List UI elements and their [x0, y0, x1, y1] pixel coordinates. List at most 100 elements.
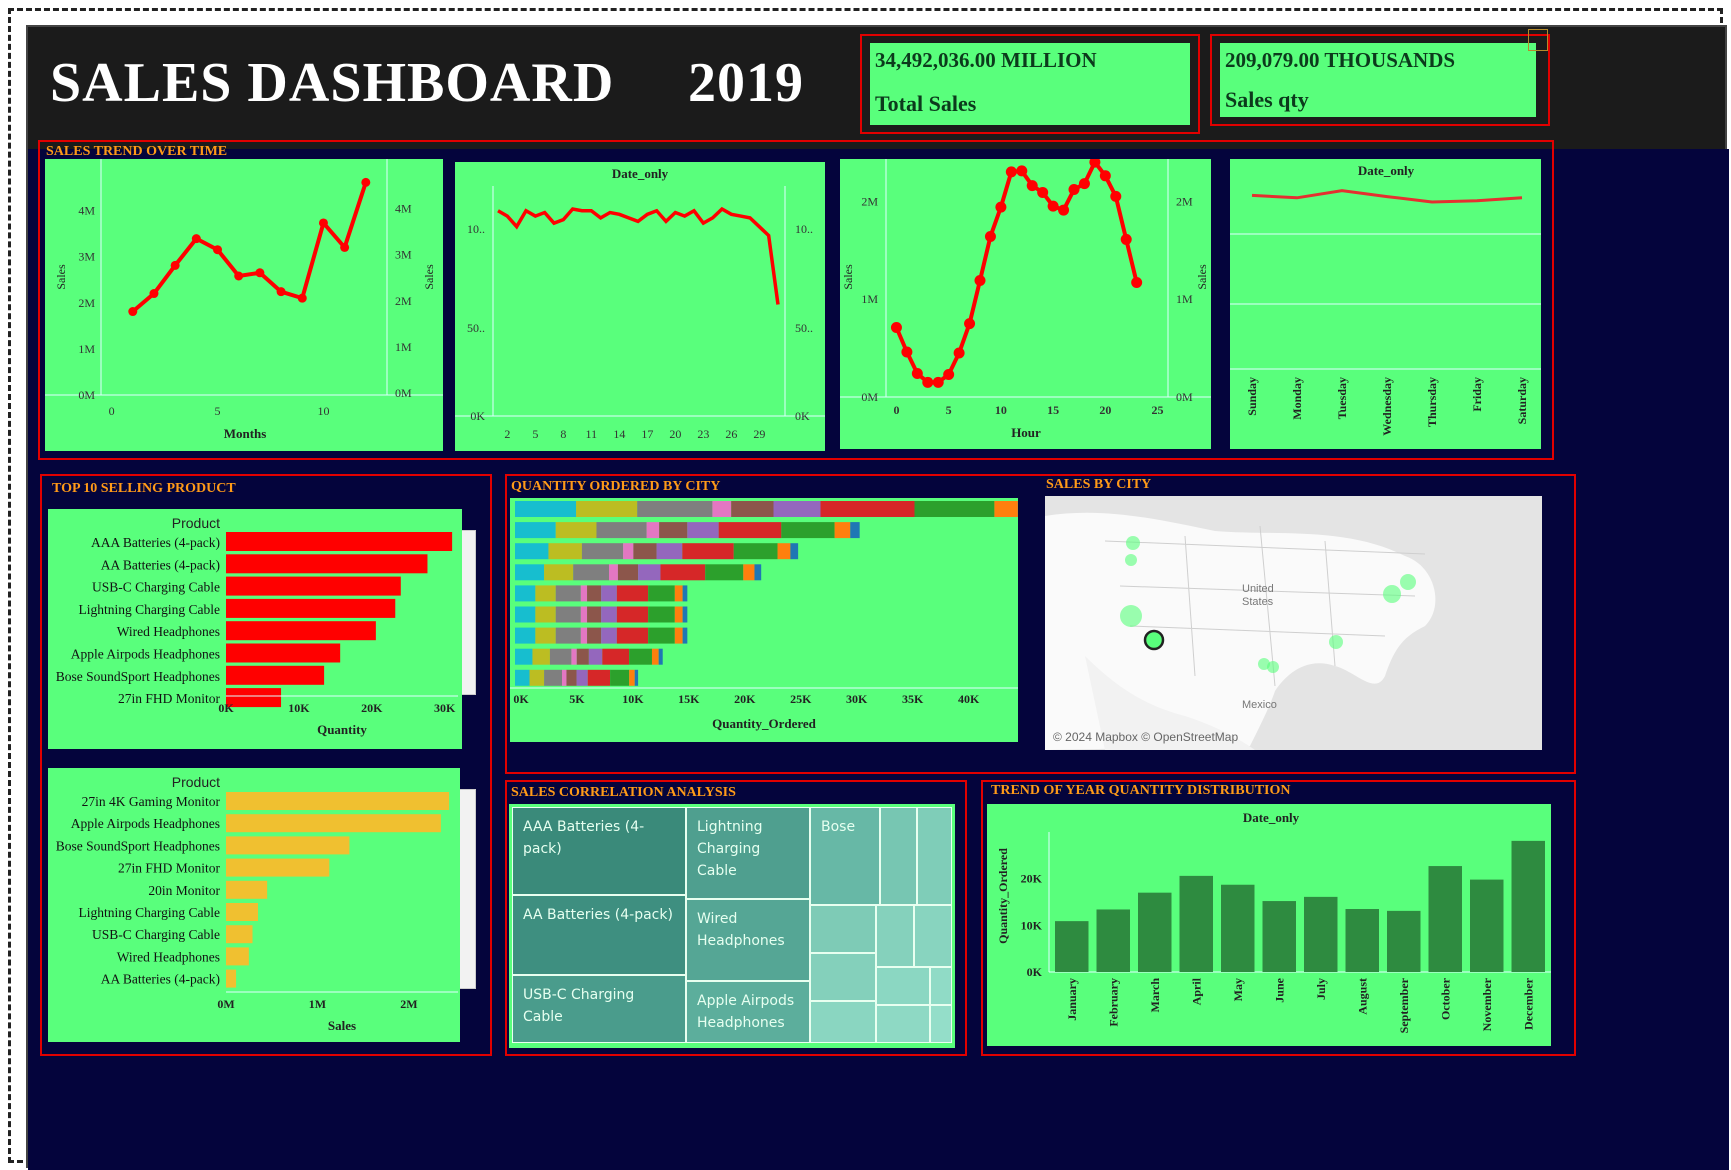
sales-by-weekday-svg: Date_only Sunday Monday Tuesday Wednesday Thu… — [1230, 163, 1541, 436]
x-tick-label: 20 — [1099, 403, 1111, 417]
treemap-tile[interactable] — [876, 967, 930, 1005]
stacked-bar-segment — [555, 585, 581, 602]
top10-quantity-svg: Product AAA Batteries (4-pack) AA Batterie… — [56, 515, 458, 737]
bar — [226, 576, 401, 596]
city-marker[interactable] — [1120, 605, 1142, 627]
stacked-bar-segment — [674, 627, 683, 644]
sales-point — [1016, 165, 1028, 177]
stacked-bar-segment — [637, 501, 713, 517]
sales-point — [361, 177, 371, 187]
treemap-tile[interactable] — [914, 905, 952, 967]
bar — [226, 969, 237, 988]
treemap-tile[interactable]: Lightning Charging Cable — [686, 807, 810, 899]
city-marker[interactable] — [1126, 536, 1140, 550]
stacked-bar-segment — [646, 522, 660, 539]
x-tick-label: November — [1480, 977, 1494, 1031]
treemap-tile[interactable] — [880, 807, 917, 905]
y-tick-label: 4M — [78, 204, 95, 218]
y-tick-label: 50.. — [467, 321, 485, 335]
corner-control[interactable] — [1528, 29, 1548, 51]
sales-point — [1110, 190, 1122, 202]
bar — [1096, 909, 1130, 972]
city-marker-selected[interactable] — [1143, 629, 1165, 651]
stacked-bar-segment — [850, 522, 860, 539]
sales-point — [191, 234, 201, 244]
treemap-tile[interactable]: USB-C Charging Cable — [512, 975, 686, 1043]
x-tick-label: June — [1272, 977, 1286, 1002]
sales-point — [1037, 186, 1049, 198]
treemap-tile[interactable] — [930, 1005, 952, 1043]
top10-sales-svg: Product 27in 4K Gaming Monitor Apple Airpo… — [56, 774, 458, 1033]
sales-by-month-svg: 0M 0M 1M 1M 2M 2M 3M 3M 4M 4M 0 5 10 Months Sales Sales — [45, 159, 443, 441]
bar — [226, 903, 258, 921]
treemap-tile[interactable]: AA Batteries (4-pack) — [512, 895, 686, 975]
treemap-tile[interactable]: AAA Batteries (4-pack) — [512, 807, 686, 895]
treemap-tile[interactable]: Apple Airpods Headphones — [686, 981, 810, 1043]
dashboard-year: 2019 — [688, 52, 804, 114]
bar — [226, 792, 450, 810]
treemap-tile[interactable] — [876, 905, 914, 967]
stacked-bar-segment — [629, 648, 652, 665]
x-tick-label: July — [1314, 978, 1328, 1000]
sales-point — [1058, 204, 1070, 216]
product-label: AA Batteries (4-pack) — [101, 557, 220, 572]
treemap-tile[interactable] — [810, 953, 876, 1001]
sales-by-date-svg: Date_only 0K 0K 50.. 50.. 10.. 10.. 2 5 8 11 14 17 20… — [455, 166, 825, 441]
kpi-total-sales-value: 34,492,036.00 MILLION — [875, 48, 1097, 72]
stacked-bar-segment — [731, 501, 774, 517]
treemap-tile[interactable] — [917, 807, 952, 905]
stacked-bar-segment — [718, 522, 782, 539]
correlation-section: SALES CORRELATION ANALYSIS AAA Batteries… — [505, 780, 967, 1056]
sales-line — [131, 181, 368, 314]
y2-tick-label: 2M — [1176, 194, 1193, 208]
top10-section: TOP 10 SELLING PRODUCT Product AAA Batter… — [40, 474, 492, 1056]
stacked-bar-segment — [660, 564, 706, 581]
y-tick-label: 0K — [1027, 965, 1043, 979]
stacked-bar-segment — [529, 669, 545, 686]
sales-point — [128, 307, 138, 317]
stacked-bar-segment — [682, 627, 688, 644]
top10-sales-scrollbar[interactable] — [458, 789, 476, 989]
city-marker[interactable] — [1267, 661, 1279, 673]
city-marker[interactable] — [1400, 574, 1416, 590]
city-marker[interactable] — [1125, 554, 1137, 566]
stacked-bar-segment — [777, 543, 791, 560]
stacked-bar-segment — [616, 585, 649, 602]
bar — [226, 665, 325, 685]
treemap-tile[interactable]: Bose — [810, 807, 880, 905]
city-marker[interactable] — [1383, 585, 1401, 603]
stacked-bar-segment — [576, 648, 589, 665]
city-marker[interactable] — [1329, 635, 1343, 649]
treemap-tile[interactable] — [810, 905, 876, 953]
treemap-tile[interactable] — [930, 967, 952, 1005]
stacked-bar-segment — [571, 648, 577, 665]
x-tick-label: 30K — [434, 701, 456, 715]
y-tick-label: 2M — [78, 296, 95, 310]
sales-point — [901, 346, 913, 358]
x-axis-title: Quantity — [317, 722, 367, 737]
y2-tick-label: 1M — [395, 340, 412, 354]
stacked-bar-segment — [602, 648, 630, 665]
treemap-tile[interactable] — [876, 1005, 930, 1043]
stacked-bar-segment — [601, 627, 617, 644]
stacked-bar-segment — [743, 564, 755, 581]
y-tick-label: 3M — [78, 250, 95, 264]
sales-point — [340, 242, 350, 252]
sales-point — [974, 275, 986, 287]
x-tick-label: 10K — [288, 701, 310, 715]
dashboard-body: SALES TREND OVER TIME 0M 0M 1M 1M 2M 2M 3M 3M 4M… — [28, 140, 1729, 1170]
qty-city-title: QUANTITY ORDERED BY CITY — [511, 479, 721, 494]
x-tick-label: March — [1148, 978, 1162, 1013]
x-tick-label: Sunday — [1245, 377, 1259, 416]
sales-point — [1131, 276, 1143, 288]
kpi-sales-qty-label: Sales qty — [1225, 87, 1309, 112]
stacked-bar-segment — [659, 522, 688, 539]
sales-point — [1078, 178, 1090, 190]
y2-tick-label: 1M — [1176, 292, 1193, 306]
treemap-tile[interactable]: Wired Headphones — [686, 899, 810, 981]
sales-by-city-map[interactable]: United States Mexico © 2024 Mapbox © Open… — [1045, 496, 1542, 750]
treemap-tile[interactable] — [810, 1001, 876, 1043]
x-tick-label: April — [1189, 977, 1203, 1005]
sales-trend-section: SALES TREND OVER TIME 0M 0M 1M 1M 2M 2M 3M 3M 4M… — [38, 140, 1554, 460]
stacked-bar-segment — [588, 648, 603, 665]
